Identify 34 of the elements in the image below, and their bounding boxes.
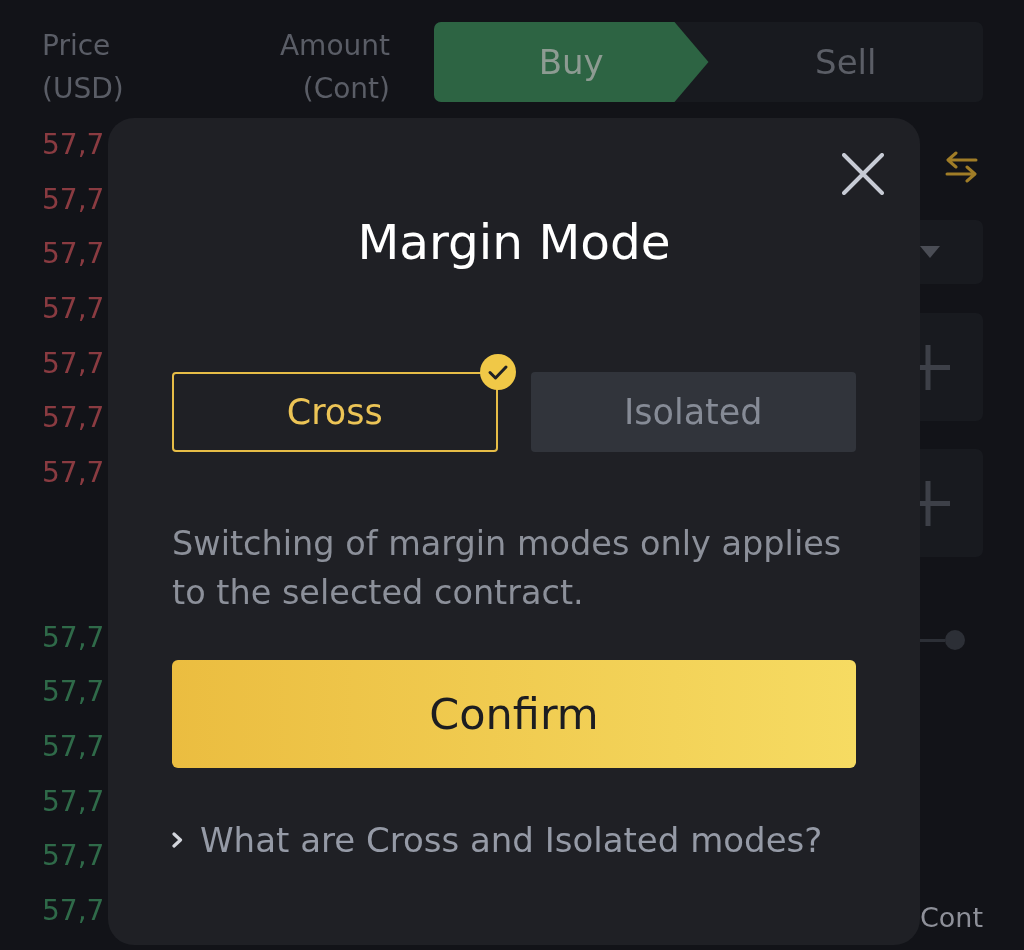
- bid-price: 57,7: [42, 783, 105, 820]
- bid-price: 57,7: [42, 838, 105, 875]
- close-button[interactable]: [842, 153, 884, 195]
- margin-mode-option[interactable]: Isolated: [530, 372, 856, 452]
- plus-icon[interactable]: [920, 481, 950, 526]
- dropdown-field[interactable]: [920, 220, 983, 284]
- dialog-description: Switching of margin modes only applies to the selected contract.: [172, 523, 843, 614]
- confirm-button[interactable]: Confirm: [172, 660, 856, 768]
- margin-mode-option[interactable]: Cross: [172, 372, 498, 452]
- ask-price: 57,7: [42, 291, 105, 328]
- caret-icon: [920, 246, 940, 258]
- ask-price: 57,7: [42, 400, 105, 437]
- help-link[interactable]: What are Cross and Isolated modes?: [200, 820, 823, 860]
- check-badge-icon: [479, 354, 516, 390]
- ask-price: 57,7: [42, 345, 105, 382]
- dialog-title: Margin Mode: [356, 213, 672, 271]
- unit-label: Cont: [920, 901, 983, 935]
- plus-icon[interactable]: [920, 345, 950, 390]
- ask-price: 57,7: [42, 236, 105, 273]
- stepper-field[interactable]: [920, 313, 983, 421]
- column-header: Amount (Cont): [279, 28, 390, 107]
- slider-stop-icon: [945, 630, 965, 650]
- stepper-field[interactable]: [920, 449, 983, 557]
- ask-price: 57,7: [42, 455, 105, 492]
- bid-price: 57,7: [42, 728, 105, 765]
- swap-arrows-icon[interactable]: [945, 151, 978, 183]
- ask-price: 57,7: [42, 181, 105, 218]
- chevron-icon: [172, 832, 183, 848]
- bid-price: 57,7: [42, 893, 105, 929]
- bid-price: 57,7: [42, 674, 105, 711]
- column-header: Price (USD): [42, 28, 124, 107]
- ask-price: 57,7: [42, 127, 105, 163]
- close-icon: [842, 153, 884, 195]
- bid-price: 57,7: [42, 619, 105, 656]
